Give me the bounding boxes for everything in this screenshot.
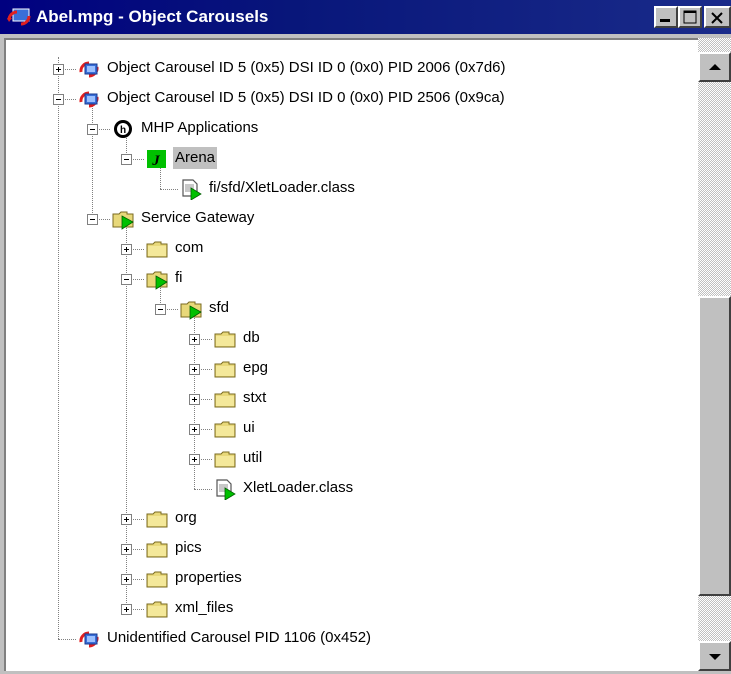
- tree-node-label[interactable]: Object Carousel ID 5 (0x5) DSI ID 0 (0x0…: [105, 57, 508, 79]
- folder-icon: [146, 241, 168, 258]
- tree-node-label[interactable]: fi/sfd/XletLoader.class: [207, 177, 357, 199]
- tree-node[interactable]: Service Gateway: [6, 204, 698, 234]
- open-folder-icon: [180, 301, 202, 320]
- tree-node-label[interactable]: db: [241, 327, 262, 349]
- scroll-up-arrow-icon: [709, 64, 721, 70]
- tree-node-label[interactable]: Service Gateway: [139, 207, 256, 229]
- collapse-icon[interactable]: [53, 94, 64, 105]
- tree-node[interactable]: sfd: [6, 294, 698, 324]
- expand-icon[interactable]: [121, 544, 132, 555]
- tree-node-label[interactable]: org: [173, 507, 199, 529]
- tree-node-label[interactable]: pics: [173, 537, 204, 559]
- tree-node-label[interactable]: fi: [173, 267, 185, 289]
- expand-icon[interactable]: [121, 574, 132, 585]
- collapse-icon[interactable]: [87, 214, 98, 225]
- tree-node[interactable]: properties: [6, 564, 698, 594]
- tree-node[interactable]: db: [6, 324, 698, 354]
- expand-icon[interactable]: [189, 364, 200, 375]
- collapse-icon[interactable]: [121, 274, 132, 285]
- tree-node-label[interactable]: stxt: [241, 387, 268, 409]
- folder-icon: [214, 361, 236, 378]
- folder-icon: [146, 571, 168, 588]
- tree-node[interactable]: com: [6, 234, 698, 264]
- tree-node[interactable]: fi: [6, 264, 698, 294]
- expand-icon[interactable]: [121, 514, 132, 525]
- scroll-down-arrow-icon: [709, 654, 721, 660]
- gateway-folder-icon: [112, 211, 134, 230]
- scroll-up-button[interactable]: [698, 52, 731, 82]
- vertical-scrollbar[interactable]: [698, 38, 731, 671]
- expand-icon[interactable]: [189, 454, 200, 465]
- tree-node-label[interactable]: Unidentified Carousel PID 1106 (0x452): [105, 627, 373, 649]
- maximize-icon: [683, 10, 697, 24]
- java-app-icon: J: [147, 150, 166, 169]
- tree-node[interactable]: stxt: [6, 384, 698, 414]
- folder-icon: [146, 601, 168, 618]
- carousel-icon: [79, 91, 99, 108]
- tree-node[interactable]: J Arena: [6, 144, 698, 174]
- close-button[interactable]: [704, 6, 731, 28]
- tree-node[interactable]: pics: [6, 534, 698, 564]
- minimize-button[interactable]: [654, 6, 678, 28]
- tree-node[interactable]: ui: [6, 414, 698, 444]
- folder-icon: [214, 421, 236, 438]
- expand-icon[interactable]: [121, 604, 132, 615]
- tree-node-label[interactable]: Arena: [173, 147, 218, 169]
- scroll-thumb[interactable]: [698, 296, 731, 596]
- expand-icon[interactable]: [189, 394, 200, 405]
- tree-node-label[interactable]: sfd: [207, 297, 231, 319]
- carousel-icon: [79, 631, 99, 648]
- tree-node-label[interactable]: Object Carousel ID 5 (0x5) DSI ID 0 (0x0…: [105, 87, 507, 109]
- object-carousels-window: Abel.mpg - Object Carousels Object Carou…: [0, 0, 731, 673]
- tree-node-label[interactable]: xml_files: [173, 597, 235, 619]
- collapse-icon[interactable]: [121, 154, 132, 165]
- carousel-app-icon: [7, 8, 31, 26]
- tree-node[interactable]: Object Carousel ID 5 (0x5) DSI ID 0 (0x0…: [6, 54, 698, 84]
- tree-node[interactable]: fi/sfd/XletLoader.class: [6, 174, 698, 204]
- open-folder-icon: [146, 271, 168, 290]
- folder-icon: [214, 331, 236, 348]
- tree-node[interactable]: XletLoader.class: [6, 474, 698, 504]
- tree-node-label[interactable]: epg: [241, 357, 270, 379]
- tree-node[interactable]: xml_files: [6, 594, 698, 624]
- folder-icon: [214, 451, 236, 468]
- folder-icon: [146, 541, 168, 558]
- tree-node-label[interactable]: MHP Applications: [139, 117, 260, 139]
- tree-node[interactable]: org: [6, 504, 698, 534]
- expand-icon[interactable]: [189, 334, 200, 345]
- carousel-icon: [79, 61, 99, 78]
- tree-node-label[interactable]: com: [173, 237, 205, 259]
- tree-node-label[interactable]: util: [241, 447, 264, 469]
- close-icon: [711, 12, 723, 24]
- tree-node[interactable]: h MHP Applications: [6, 114, 698, 144]
- class-file-icon: [182, 179, 202, 200]
- tree-node[interactable]: util: [6, 444, 698, 474]
- maximize-button[interactable]: [678, 6, 702, 28]
- tree-node[interactable]: Object Carousel ID 5 (0x5) DSI ID 0 (0x0…: [6, 84, 698, 114]
- collapse-icon[interactable]: [155, 304, 166, 315]
- mhp-icon: h: [114, 120, 132, 138]
- expand-icon[interactable]: [53, 64, 64, 75]
- folder-icon: [146, 511, 168, 528]
- scroll-down-button[interactable]: [698, 641, 731, 671]
- minimize-icon: [660, 19, 670, 22]
- class-file-icon: [216, 479, 236, 500]
- svg-text:h: h: [120, 125, 126, 136]
- title-bar[interactable]: Abel.mpg - Object Carousels: [0, 0, 731, 34]
- tree-node[interactable]: epg: [6, 354, 698, 384]
- tree-node-label[interactable]: ui: [241, 417, 257, 439]
- expand-icon[interactable]: [189, 424, 200, 435]
- folder-icon: [214, 391, 236, 408]
- tree-node[interactable]: Unidentified Carousel PID 1106 (0x452): [6, 624, 698, 654]
- window-title: Abel.mpg - Object Carousels: [36, 7, 269, 26]
- carousel-tree[interactable]: Object Carousel ID 5 (0x5) DSI ID 0 (0x0…: [4, 38, 698, 671]
- tree-node-label[interactable]: properties: [173, 567, 244, 589]
- tree-node-label[interactable]: XletLoader.class: [241, 477, 355, 499]
- collapse-icon[interactable]: [87, 124, 98, 135]
- expand-icon[interactable]: [121, 244, 132, 255]
- svg-text:J: J: [151, 153, 160, 169]
